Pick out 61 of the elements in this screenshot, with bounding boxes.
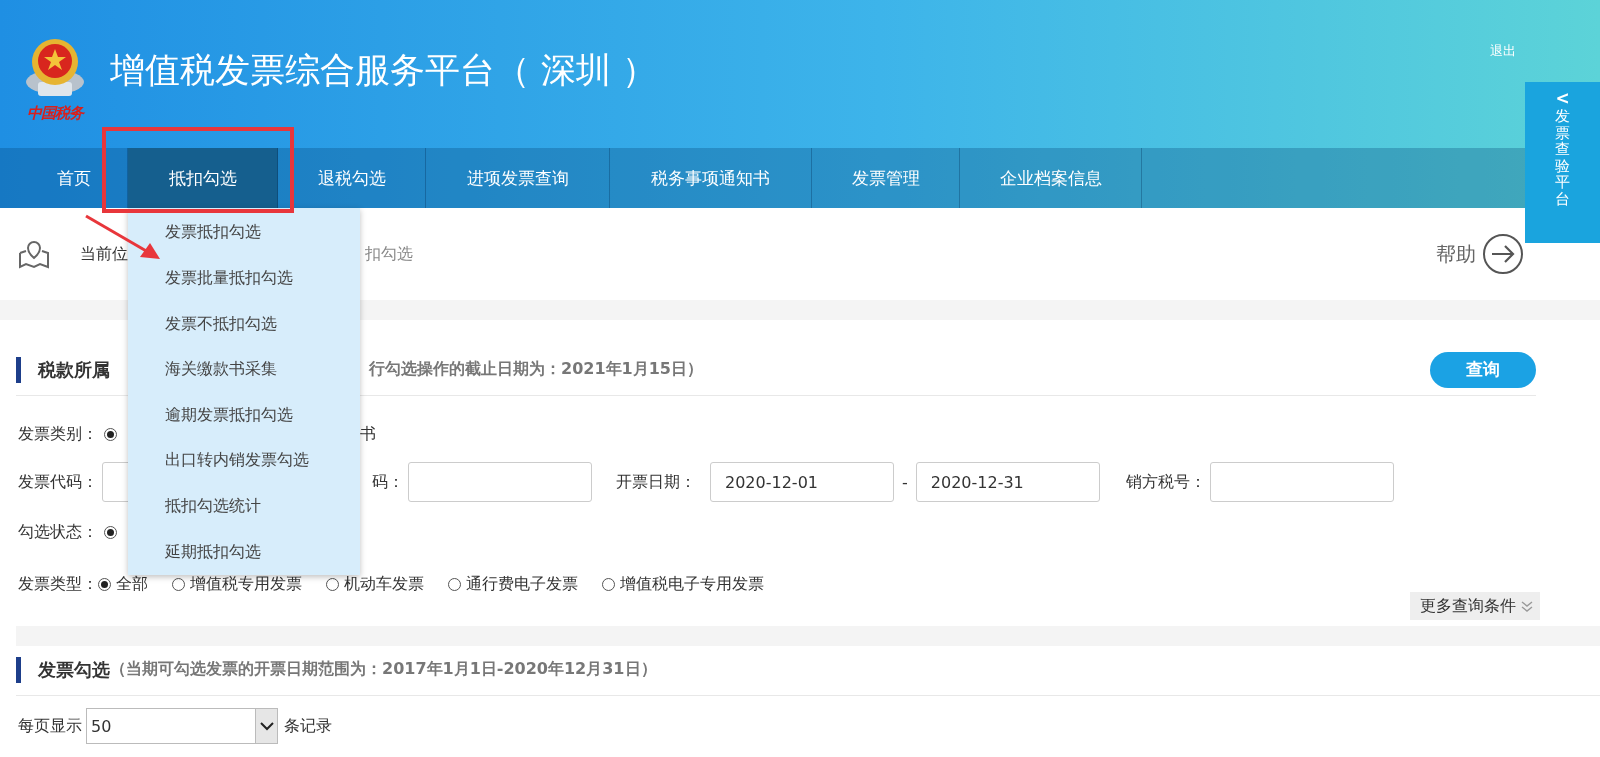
radio-button[interactable] [602,578,615,591]
input-field[interactable] [1209,462,1394,502]
radio-button[interactable] [326,578,339,591]
option-label: 通行费电子发票 [466,574,578,595]
option-label: 书 [360,423,376,445]
page-size-select[interactable]: 50 [86,708,278,744]
more-conditions-label: 更多查询条件 [1420,595,1516,617]
date-field[interactable]: 2020-12-31 [915,462,1100,502]
side-tab-arrow: < [1555,88,1570,108]
menu-item[interactable]: 出口转内销发票勾选 [128,438,360,484]
menu-item[interactable]: 抵扣勾选统计 [128,483,360,530]
section-title: 发票勾选 [38,657,110,682]
chevron-down-icon [1520,599,1534,613]
field-label: 发票类别： [18,423,98,445]
breadcrumb-text: 扣勾选 [365,243,413,265]
option-label: 增值税电子专用发票 [620,574,764,595]
menu-item[interactable]: 海关缴款书采集 [128,346,360,393]
radio-button[interactable] [98,578,111,591]
field-label: 条记录 [284,715,332,737]
logo-text: 中国税务 [27,103,83,123]
field-label: 开票日期： [616,471,696,493]
nav-tab[interactable]: 税务事项通知书 [610,148,812,208]
field-label: 勾选状态： [18,521,98,543]
date-field[interactable]: 2020-12-01 [710,462,894,502]
radio-button[interactable] [448,578,461,591]
radio-dot [101,581,108,588]
map-pin-icon [18,239,50,269]
field-label: 发票类型： [18,574,98,595]
option-label: 全部 [116,574,148,595]
section-marker [16,656,21,683]
radio-button[interactable] [104,427,117,441]
input-field[interactable] [408,462,592,502]
nav-tab[interactable]: 抵扣勾选 [128,148,278,208]
section-title: 税款所属 [38,357,110,382]
option-label: 机动车发票 [344,574,424,595]
field-label: 销方税号： [1125,471,1206,493]
date-separator: - [902,472,908,492]
arrow-right-circle-icon[interactable] [1482,233,1524,275]
help-link[interactable]: 帮助 [1436,240,1476,268]
date-range-note: （当期可勾选发票的开票日期范围为：2017年1月1日-2020年12月31日） [110,659,657,680]
radio-dot [107,430,114,438]
side-tab-label: 发票查验平台 [1555,108,1570,207]
radio-button[interactable] [172,578,185,591]
radio-dot [107,528,114,536]
section-marker [16,356,21,383]
more-conditions-button[interactable]: 更多查询条件 [1410,592,1540,620]
option-label: 增值税专用发票 [190,574,302,595]
breadcrumb-text: 当前位 [80,243,128,265]
radio-button[interactable] [104,525,117,539]
menu-item[interactable]: 延期抵扣勾选 [128,529,360,575]
menu-item[interactable]: 发票不抵扣勾选 [128,301,360,347]
deadline-note: 行勾选操作的截止日期为：2021年1月15日） [369,359,703,380]
menu-item[interactable]: 发票批量抵扣勾选 [128,255,360,302]
field-label: 每页显示 [18,715,82,737]
field-label: 码： [372,471,404,493]
chevron-down-icon [259,721,274,731]
nav-tab[interactable]: 进项发票查询 [426,148,610,208]
menu-item[interactable]: 逾期发票抵扣勾选 [128,392,360,439]
menu-item[interactable]: 发票抵扣勾选 [128,210,360,256]
site-title: 增值税发票综合服务平台（ 深圳 ） [110,48,658,92]
field-label: 发票代码： [18,471,98,493]
